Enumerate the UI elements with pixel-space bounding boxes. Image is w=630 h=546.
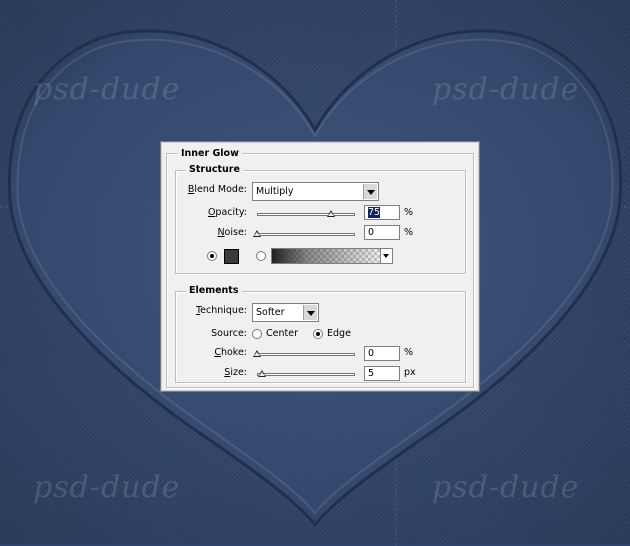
source-center-label[interactable]: Center xyxy=(266,328,298,339)
choke-label: Choke: xyxy=(214,347,247,358)
source-edge-label[interactable]: Edge xyxy=(327,328,351,339)
noise-slider-track[interactable] xyxy=(257,233,355,236)
opacity-label: Opacity: xyxy=(207,207,247,218)
blend-mode-select[interactable]: Multiply xyxy=(252,182,379,201)
noise-input[interactable]: 0 xyxy=(364,225,400,240)
source-edge-radio[interactable] xyxy=(313,329,323,339)
choke-unit: % xyxy=(404,347,414,358)
blend-mode-value: Multiply xyxy=(256,186,294,197)
size-slider-thumb[interactable] xyxy=(258,370,266,377)
watermark: psd-dude xyxy=(432,470,580,505)
technique-select[interactable]: Softer xyxy=(252,303,319,322)
source-label: Source: xyxy=(211,328,247,339)
choke-slider-thumb[interactable] xyxy=(253,350,261,357)
structure-title: Structure xyxy=(186,164,243,175)
source-center-radio[interactable] xyxy=(252,329,262,339)
opacity-slider-thumb[interactable] xyxy=(327,210,335,217)
chevron-down-icon[interactable] xyxy=(303,305,317,320)
noise-label: Noise: xyxy=(217,227,247,238)
gradient-radio[interactable] xyxy=(256,251,266,261)
dialog-title: Inner Glow xyxy=(178,148,242,159)
noise-slider-thumb[interactable] xyxy=(253,230,261,237)
technique-label: Technique: xyxy=(195,305,247,316)
technique-value: Softer xyxy=(256,307,285,318)
size-slider-track[interactable] xyxy=(257,373,355,376)
opacity-input[interactable]: 75 xyxy=(364,205,400,220)
choke-input[interactable]: 0 xyxy=(364,346,400,361)
elements-title: Elements xyxy=(186,285,242,296)
chevron-down-icon[interactable] xyxy=(380,249,392,263)
gradient-picker[interactable] xyxy=(271,248,393,264)
solid-color-radio[interactable] xyxy=(207,251,217,261)
watermark: psd-dude xyxy=(33,470,181,505)
watermark: psd-dude xyxy=(33,72,181,107)
inner-glow-dialog: Inner Glow Structure Blend Mode: Multipl… xyxy=(160,141,480,392)
glow-color-swatch[interactable] xyxy=(224,249,239,264)
chevron-down-icon[interactable] xyxy=(363,184,377,199)
noise-unit: % xyxy=(404,227,414,238)
choke-slider-track[interactable] xyxy=(257,353,355,356)
size-label: Size: xyxy=(224,367,247,378)
size-unit: px xyxy=(404,367,416,378)
watermark: psd-dude xyxy=(432,72,580,107)
opacity-slider-track[interactable] xyxy=(257,213,355,216)
blend-mode-label: Blend Mode: xyxy=(187,184,247,195)
opacity-unit: % xyxy=(404,207,414,218)
size-input[interactable]: 5 xyxy=(364,366,400,381)
